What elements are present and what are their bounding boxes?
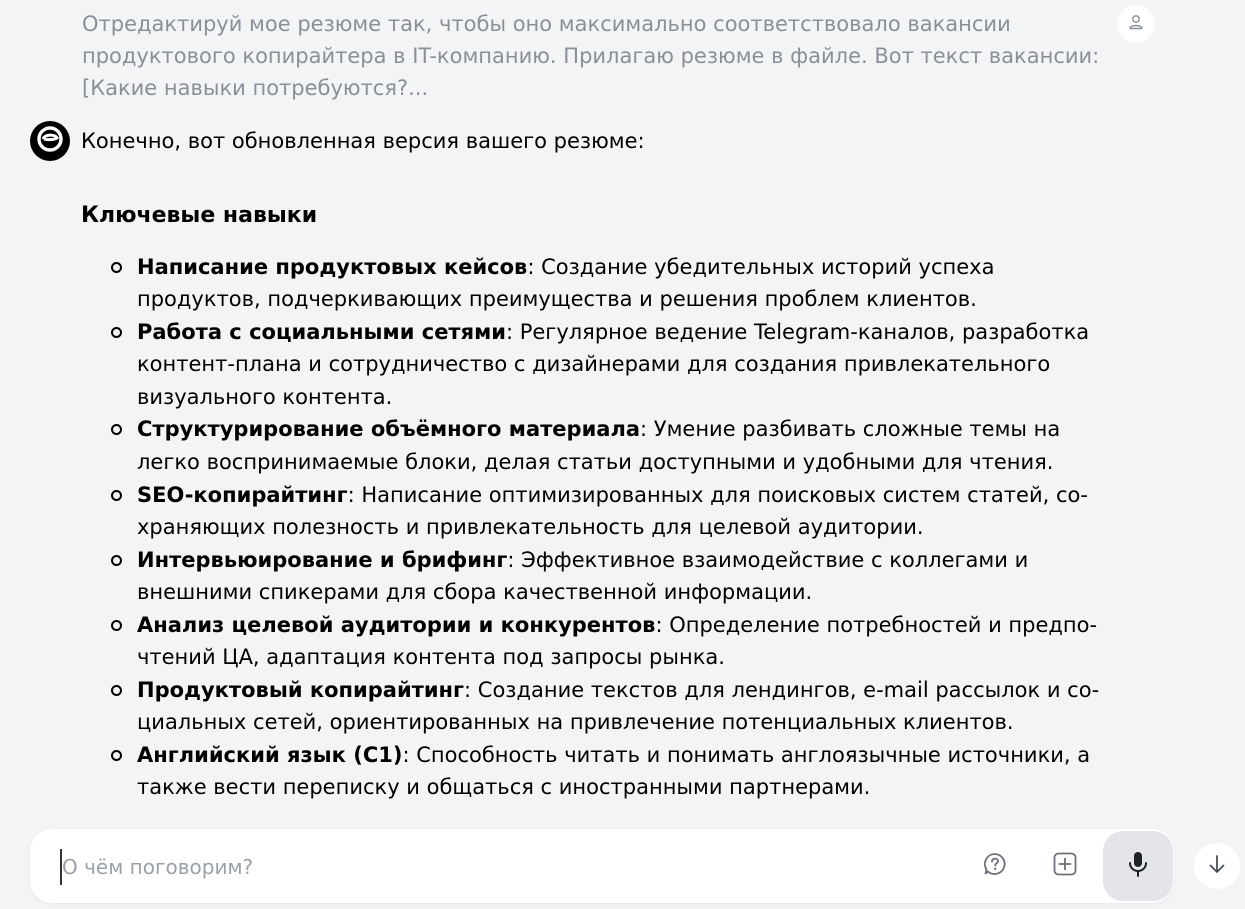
section-title: Ключевые навыки <box>81 203 318 228</box>
bullet-icon <box>111 424 122 436</box>
microphone-button[interactable] <box>1103 831 1173 901</box>
list-item: Написание продуктовых кейсов: Создание у… <box>111 251 1111 316</box>
list-item: SEO-копирайтинг: Написание оптимизирован… <box>111 479 1111 544</box>
list-item: Продуктовый копирайтинг: Создание тексто… <box>111 674 1111 739</box>
bullet-icon <box>111 619 122 631</box>
list-item: Английский язык (C1): Способность читать… <box>111 739 1111 804</box>
assistant-avatar <box>30 121 70 161</box>
list-item: Структурирование объёмного материала: Ум… <box>111 413 1111 478</box>
scroll-down-button[interactable] <box>1194 843 1240 889</box>
assistant-message: Конечно, вот обновленная версия вашего р… <box>81 125 1111 804</box>
arrow-down-icon <box>1206 853 1228 879</box>
skills-list: Написание продуктовых кейсов: Создание у… <box>81 251 1111 804</box>
user-icon <box>1127 13 1145 35</box>
bullet-icon <box>111 684 122 696</box>
bullet-icon <box>111 554 122 566</box>
message-input[interactable] <box>60 849 944 885</box>
microphone-icon <box>1126 850 1150 882</box>
user-message: Отредактируй мое резюме так, чтобы оно м… <box>82 12 1100 100</box>
skill-title: Работа с социальными сетями <box>137 320 506 345</box>
add-square-icon <box>1052 851 1078 881</box>
list-item: Работа с социальными сетями: Регулярное … <box>111 316 1111 413</box>
skill-title: Интервьюирование и брифинг <box>137 547 508 572</box>
list-item: Интервьюирование и брифинг: Эффективное … <box>111 544 1111 609</box>
bullet-icon <box>111 327 122 339</box>
list-item: Анализ целевой аудитории и конкурентов: … <box>111 609 1111 674</box>
bullet-icon <box>111 262 122 273</box>
bullet-icon <box>111 489 122 501</box>
user-avatar[interactable] <box>1117 5 1155 43</box>
help-button[interactable] <box>978 849 1012 883</box>
skill-title: Английский язык (C1) <box>137 742 403 767</box>
message-composer <box>30 829 1174 903</box>
assistant-intro: Конечно, вот обновленная версия вашего р… <box>81 129 645 153</box>
bullet-icon <box>111 749 122 761</box>
help-question-icon <box>982 851 1008 881</box>
skill-title: Написание продуктовых кейсов <box>137 255 528 279</box>
skill-title: SEO-копирайтинг <box>137 482 348 507</box>
skill-title: Структурирование объёмного материала <box>137 417 641 442</box>
assistant-logo-icon <box>35 124 65 158</box>
attach-button[interactable] <box>1048 849 1082 883</box>
chat-page: Отредактируй мое резюме так, чтобы оно м… <box>0 0 1245 909</box>
skill-title: Продуктовый копирайтинг <box>137 677 465 702</box>
skill-title: Анализ целевой аудитории и конкурентов <box>137 612 656 637</box>
